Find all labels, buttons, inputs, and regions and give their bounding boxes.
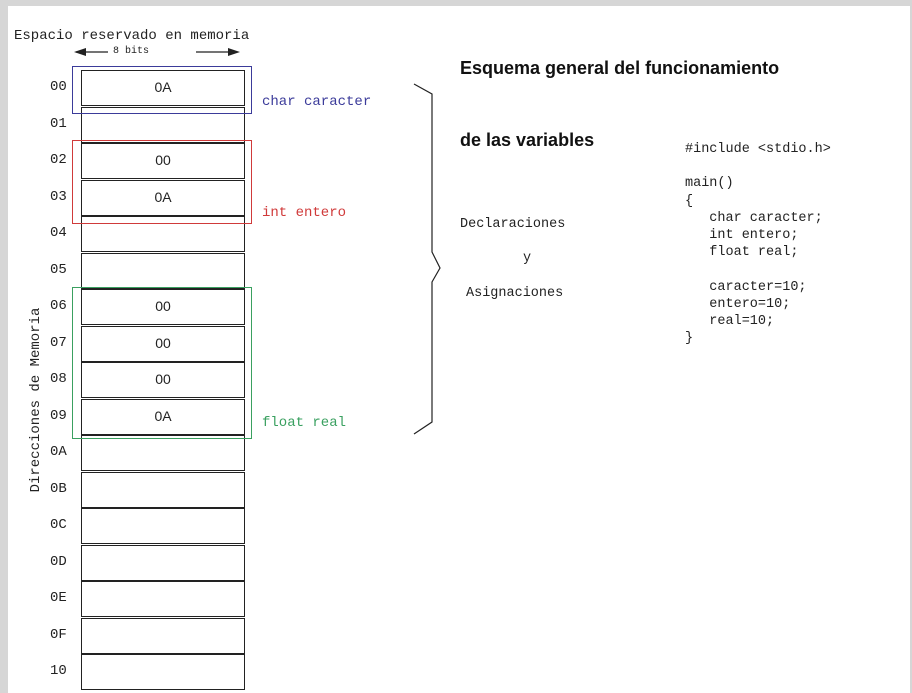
memory-cell bbox=[81, 654, 245, 690]
and-label: y bbox=[523, 251, 532, 266]
memory-address-axis-label: Direcciones de Memoria bbox=[28, 307, 44, 493]
declarations-label: Declaraciones bbox=[460, 217, 566, 232]
code-line: { bbox=[685, 193, 694, 209]
memory-address: 05 bbox=[50, 261, 67, 278]
memory-address: 0F bbox=[50, 626, 67, 643]
memory-address: 04 bbox=[50, 225, 67, 241]
diagram-title: Esquema general del funcionamiento de la… bbox=[460, 8, 779, 200]
code-line: caracter=10; bbox=[685, 279, 807, 295]
int-variable-label: int entero bbox=[262, 205, 347, 221]
memory-cell bbox=[81, 617, 245, 654]
char-variable-box bbox=[72, 66, 252, 114]
memory-address: 0D bbox=[50, 553, 67, 570]
float-variable-box bbox=[72, 287, 252, 439]
memory-address: 02 bbox=[50, 152, 67, 168]
bits-width-arrow bbox=[74, 48, 240, 56]
memory-address: 06 bbox=[50, 298, 67, 314]
assignments-label: Asignaciones bbox=[466, 286, 564, 301]
memory-cell bbox=[81, 252, 245, 289]
memory-address: 0B bbox=[50, 480, 67, 497]
memory-address: 10 bbox=[50, 663, 67, 679]
memory-address: 08 bbox=[50, 371, 67, 387]
memory-cell bbox=[81, 508, 245, 544]
memory-address: 0E bbox=[50, 590, 67, 606]
memory-address: 03 bbox=[50, 188, 67, 205]
memory-address: 07 bbox=[50, 334, 67, 351]
code-line: char caracter; bbox=[685, 210, 823, 226]
title-line-1: Esquema general del funcionamiento bbox=[460, 58, 780, 78]
memory-cell bbox=[81, 544, 245, 581]
code-line: real=10; bbox=[685, 314, 775, 329]
memory-address: 01 bbox=[50, 115, 67, 132]
grouping-brace bbox=[413, 83, 441, 435]
bits-label: 8 bits bbox=[113, 46, 150, 57]
memory-cell bbox=[81, 581, 245, 617]
code-line: float real; bbox=[685, 245, 799, 261]
memory-cell bbox=[81, 471, 245, 508]
code-line: entero=10; bbox=[685, 296, 791, 312]
memory-address: 00 bbox=[50, 79, 67, 95]
memory-address: 09 bbox=[50, 407, 67, 424]
memory-space-label: Espacio reservado en memoria bbox=[14, 28, 250, 44]
code-line: int entero; bbox=[685, 228, 799, 243]
code-line: main() bbox=[685, 176, 734, 192]
code-line: #include <stdio.h> bbox=[685, 142, 831, 157]
code-line: } bbox=[685, 331, 694, 347]
diagram-frame: Esquema general del funcionamiento de la… bbox=[8, 6, 910, 693]
memory-cell bbox=[81, 435, 245, 471]
float-variable-label: float real bbox=[262, 415, 347, 431]
char-variable-label: char caracter bbox=[262, 94, 372, 110]
memory-address: 0A bbox=[50, 444, 67, 460]
memory-address: 0C bbox=[50, 517, 67, 533]
int-variable-box bbox=[72, 140, 252, 224]
